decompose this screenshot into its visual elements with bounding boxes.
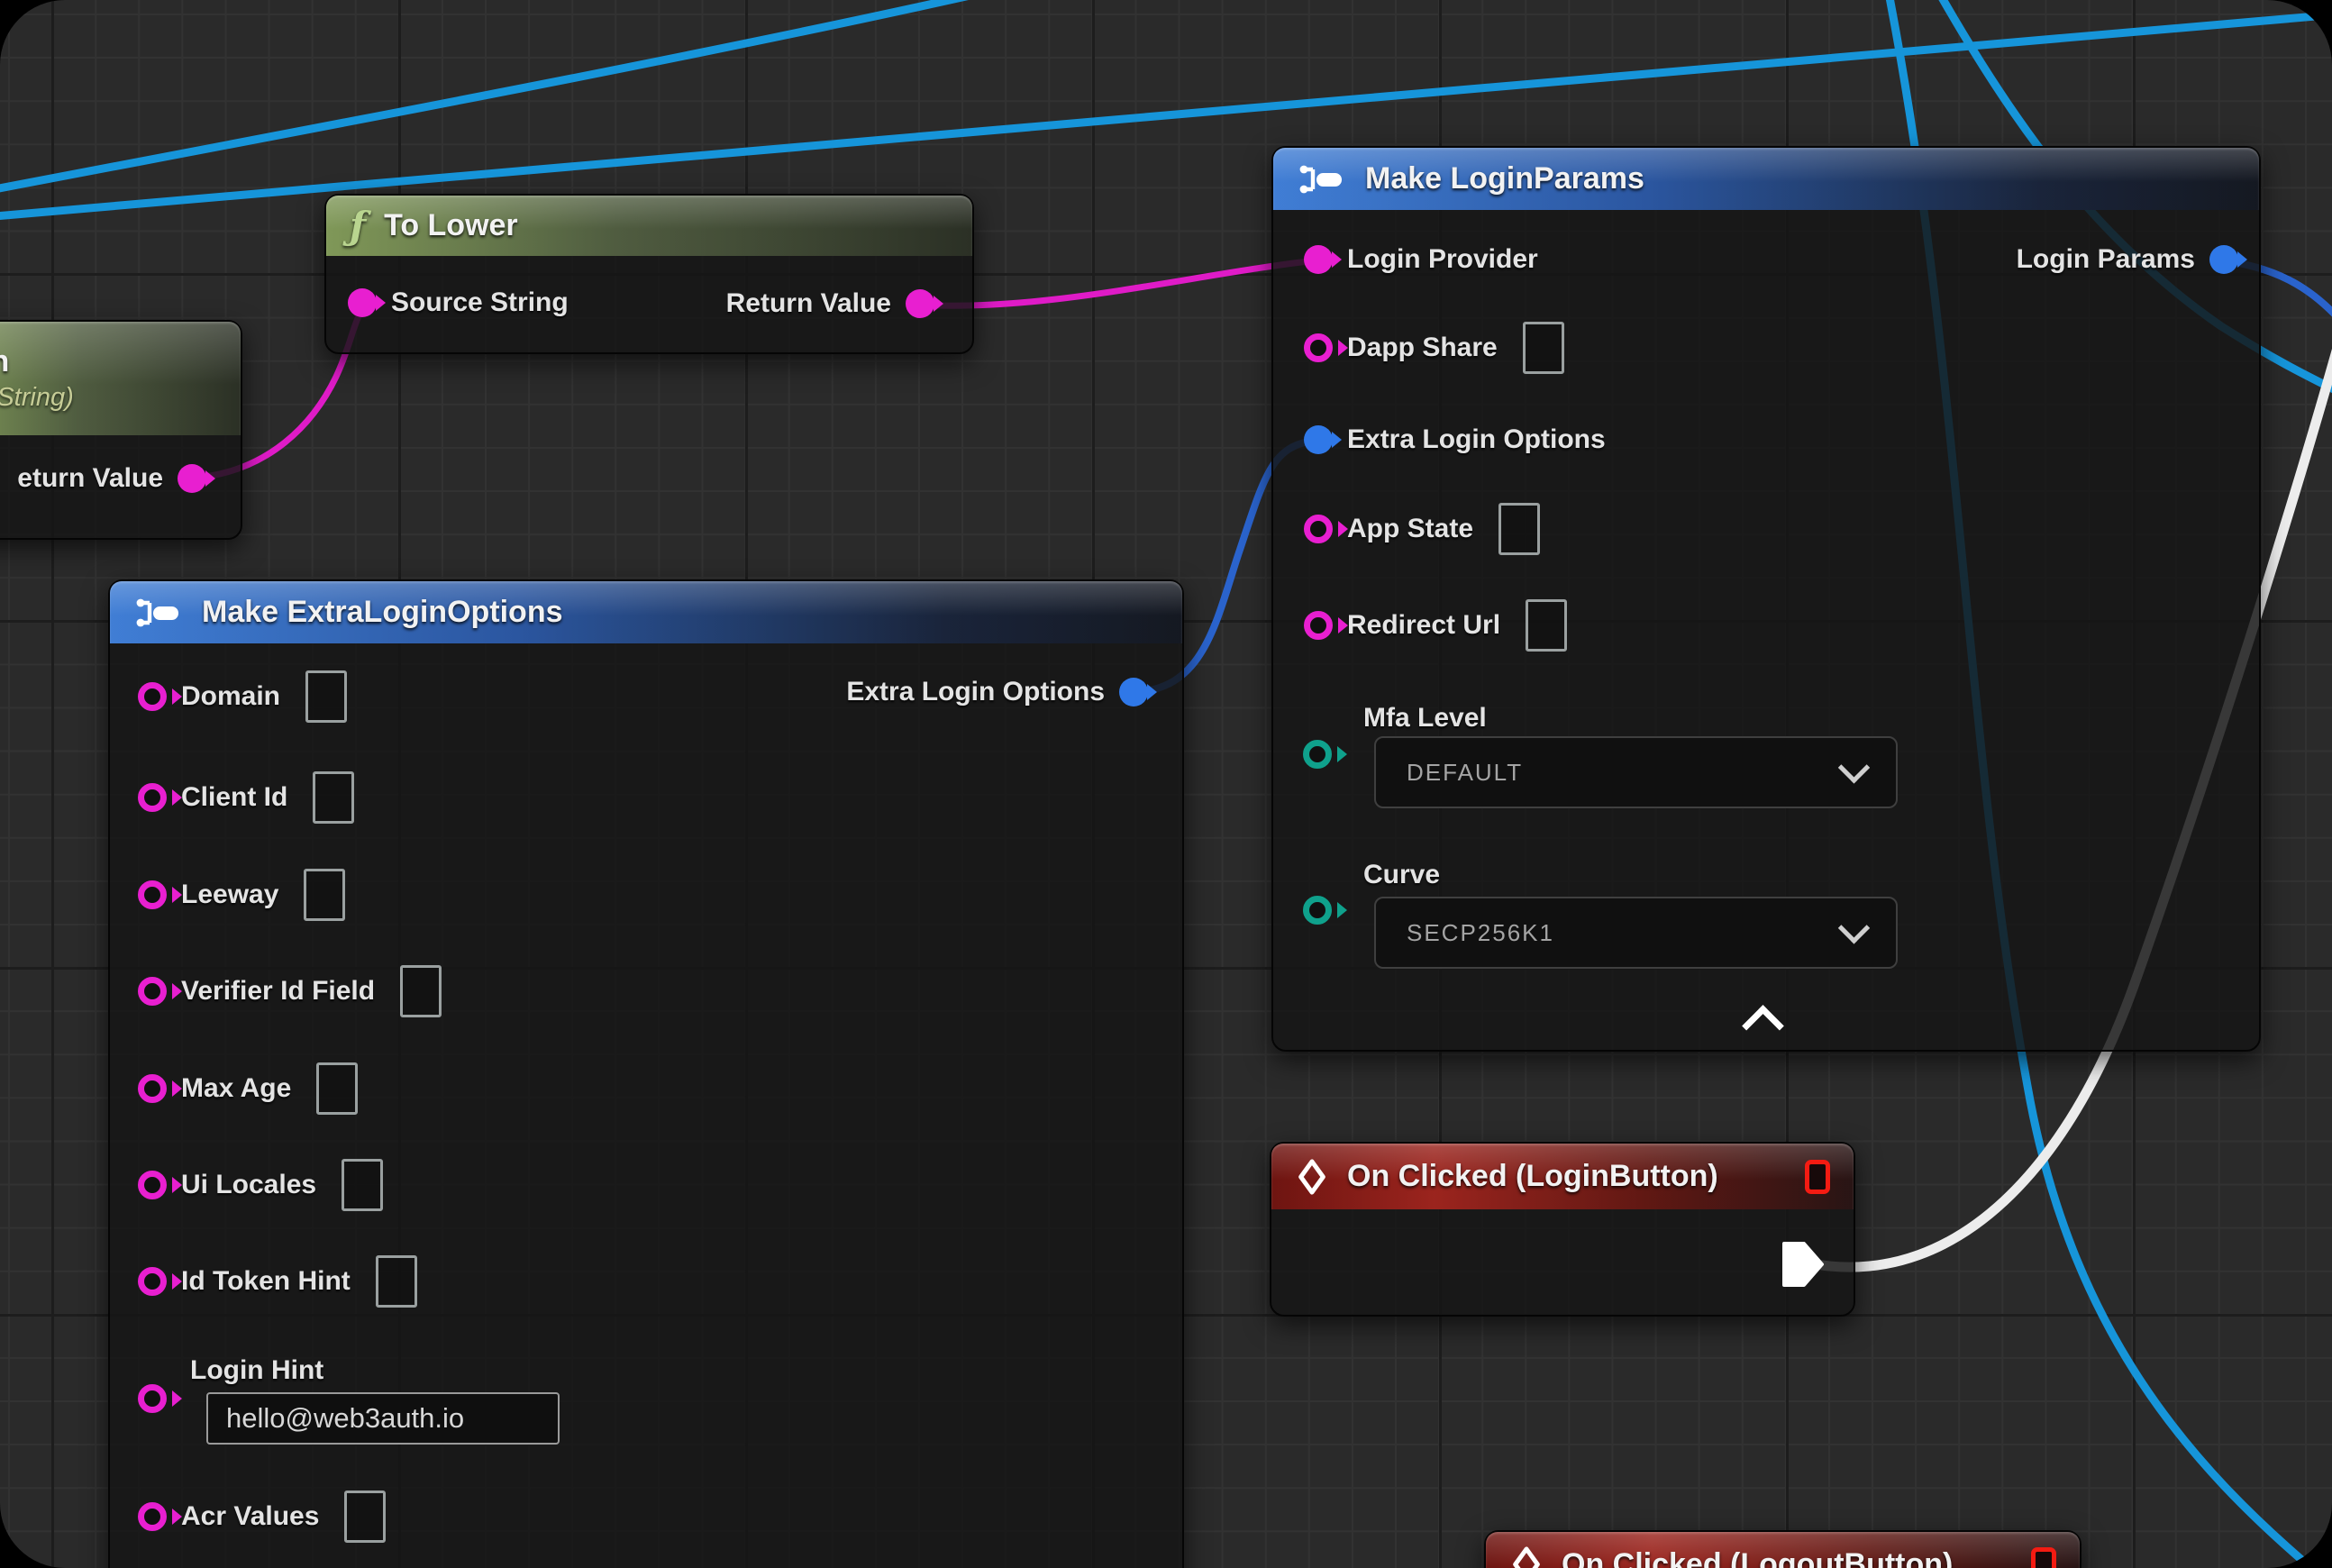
node-title: Make ExtraLoginOptions xyxy=(202,595,563,630)
string-output-pin[interactable] xyxy=(906,289,934,318)
domain-checkbox[interactable] xyxy=(305,670,347,723)
string-input-pin[interactable] xyxy=(138,682,167,711)
string-input-pin[interactable] xyxy=(1304,611,1333,640)
pin-label-acr-values: Acr Values xyxy=(181,1501,319,1532)
graph-canvas[interactable]: tion ox (String) eturn Value ƒ To Lower … xyxy=(0,0,2332,1568)
string-input-pin[interactable] xyxy=(138,977,167,1006)
screenshot-stage: tion ox (String) eturn Value ƒ To Lower … xyxy=(0,0,2332,1568)
node-on-clicked-logout-button[interactable]: On Clicked (LogoutButton) xyxy=(1484,1530,2081,1568)
node-on-clicked-logout-header[interactable]: On Clicked (LogoutButton) xyxy=(1486,1532,2080,1568)
make-struct-icon xyxy=(1297,160,1347,198)
pin-label-login-provider: Login Provider xyxy=(1347,244,1538,275)
string-input-pin[interactable] xyxy=(138,783,167,812)
app-state-checkbox[interactable] xyxy=(1498,503,1540,555)
pin-label-leeway: Leeway xyxy=(181,880,278,910)
pin-label-return-value: Return Value xyxy=(726,288,891,319)
string-output-pin[interactable] xyxy=(178,464,206,493)
node-title: Make LoginParams xyxy=(1365,161,1644,196)
node-to-lower-header[interactable]: ƒ To Lower xyxy=(326,196,972,256)
pin-label-return-value-partial: eturn Value xyxy=(17,463,163,494)
pin-label-extra-login-options-in: Extra Login Options xyxy=(1347,424,1606,455)
string-input-pin[interactable] xyxy=(138,1384,167,1413)
login-hint-input[interactable]: hello@web3auth.io xyxy=(206,1392,560,1445)
node-text-box-partial[interactable]: tion ox (String) xyxy=(0,320,242,540)
wire-cyan-top-1[interactable] xyxy=(0,0,982,189)
string-input-pin[interactable] xyxy=(1304,515,1333,543)
node-subtitle: ox (String) xyxy=(0,383,74,413)
string-input-pin[interactable] xyxy=(348,288,377,317)
node-make-extra-login-options-header[interactable]: Make ExtraLoginOptions xyxy=(110,581,1182,643)
leeway-checkbox[interactable] xyxy=(304,869,345,921)
string-input-pin[interactable] xyxy=(138,880,167,909)
pin-label-login-hint: Login Hint xyxy=(190,1355,323,1386)
string-input-pin[interactable] xyxy=(138,1502,167,1531)
bound-event-icon[interactable] xyxy=(2031,1547,2056,1568)
chevron-down-icon xyxy=(1838,912,1870,944)
node-title: tion xyxy=(0,344,9,379)
ui-locales-checkbox[interactable] xyxy=(342,1159,383,1211)
login-hint-value: hello@web3auth.io xyxy=(226,1402,464,1435)
acr-values-checkbox[interactable] xyxy=(344,1491,386,1543)
enum-input-pin[interactable] xyxy=(1303,740,1332,769)
struct-input-pin[interactable] xyxy=(1304,425,1333,454)
string-input-pin[interactable] xyxy=(1304,245,1333,274)
node-on-clicked-login-button[interactable]: On Clicked (LoginButton) xyxy=(1270,1142,1855,1317)
node-to-lower[interactable]: ƒ To Lower xyxy=(324,194,974,354)
curve-dropdown[interactable]: SECP256K1 xyxy=(1374,897,1898,969)
verifier-id-field-checkbox[interactable] xyxy=(400,965,442,1017)
node-title: To Lower xyxy=(384,208,518,243)
node-text-box-header[interactable]: tion ox (String) xyxy=(0,322,241,435)
pin-label-ui-locales: Ui Locales xyxy=(181,1170,316,1200)
enum-input-pin[interactable] xyxy=(1303,896,1332,925)
pin-label-verifier-id-field: Verifier Id Field xyxy=(181,976,375,1007)
redirect-url-checkbox[interactable] xyxy=(1526,599,1567,652)
pin-label-dapp-share: Dapp Share xyxy=(1347,333,1498,363)
chevron-down-icon xyxy=(1838,752,1870,783)
pin-label-client-id: Client Id xyxy=(181,782,287,813)
struct-output-pin[interactable] xyxy=(2209,245,2238,274)
dapp-share-checkbox[interactable] xyxy=(1523,322,1564,374)
event-diamond-icon xyxy=(1509,1546,1544,1568)
id-token-hint-checkbox[interactable] xyxy=(376,1255,417,1308)
node-make-login-params-header[interactable]: Make LoginParams xyxy=(1273,148,2259,210)
string-input-pin[interactable] xyxy=(138,1074,167,1103)
pin-label-id-token-hint: Id Token Hint xyxy=(181,1266,351,1297)
node-title: On Clicked (LogoutButton) xyxy=(1562,1547,1953,1568)
pin-label-domain: Domain xyxy=(181,681,280,712)
make-struct-icon xyxy=(133,594,184,632)
curve-value: SECP256K1 xyxy=(1407,919,1554,947)
mfa-level-value: DEFAULT xyxy=(1407,759,1523,787)
string-input-pin[interactable] xyxy=(138,1267,167,1296)
mfa-level-dropdown[interactable]: DEFAULT xyxy=(1374,736,1898,808)
mfa-level-label: Mfa Level xyxy=(1363,703,1487,734)
pin-label-app-state: App State xyxy=(1347,514,1473,544)
client-id-checkbox[interactable] xyxy=(313,771,354,824)
curve-label: Curve xyxy=(1363,860,1440,890)
event-diamond-icon xyxy=(1295,1159,1329,1195)
max-age-checkbox[interactable] xyxy=(316,1062,358,1115)
node-on-clicked-login-header[interactable]: On Clicked (LoginButton) xyxy=(1271,1144,1854,1209)
string-input-pin[interactable] xyxy=(138,1171,167,1199)
function-f-icon: ƒ xyxy=(350,207,366,245)
pin-label-login-params-out: Login Params xyxy=(2017,244,2195,275)
pin-label-redirect-url: Redirect Url xyxy=(1347,610,1500,641)
bound-event-icon[interactable] xyxy=(1805,1160,1830,1194)
pin-label-max-age: Max Age xyxy=(181,1073,291,1104)
string-input-pin[interactable] xyxy=(1304,333,1333,362)
pin-label-source-string: Source String xyxy=(391,287,569,318)
wire-string-tolower-to-provider[interactable] xyxy=(915,260,1316,305)
node-title: On Clicked (LoginButton) xyxy=(1347,1159,1718,1194)
pin-label-extra-login-options-out: Extra Login Options xyxy=(846,677,1105,707)
struct-output-pin[interactable] xyxy=(1119,678,1148,707)
exec-output-pin[interactable] xyxy=(1781,1236,1826,1292)
